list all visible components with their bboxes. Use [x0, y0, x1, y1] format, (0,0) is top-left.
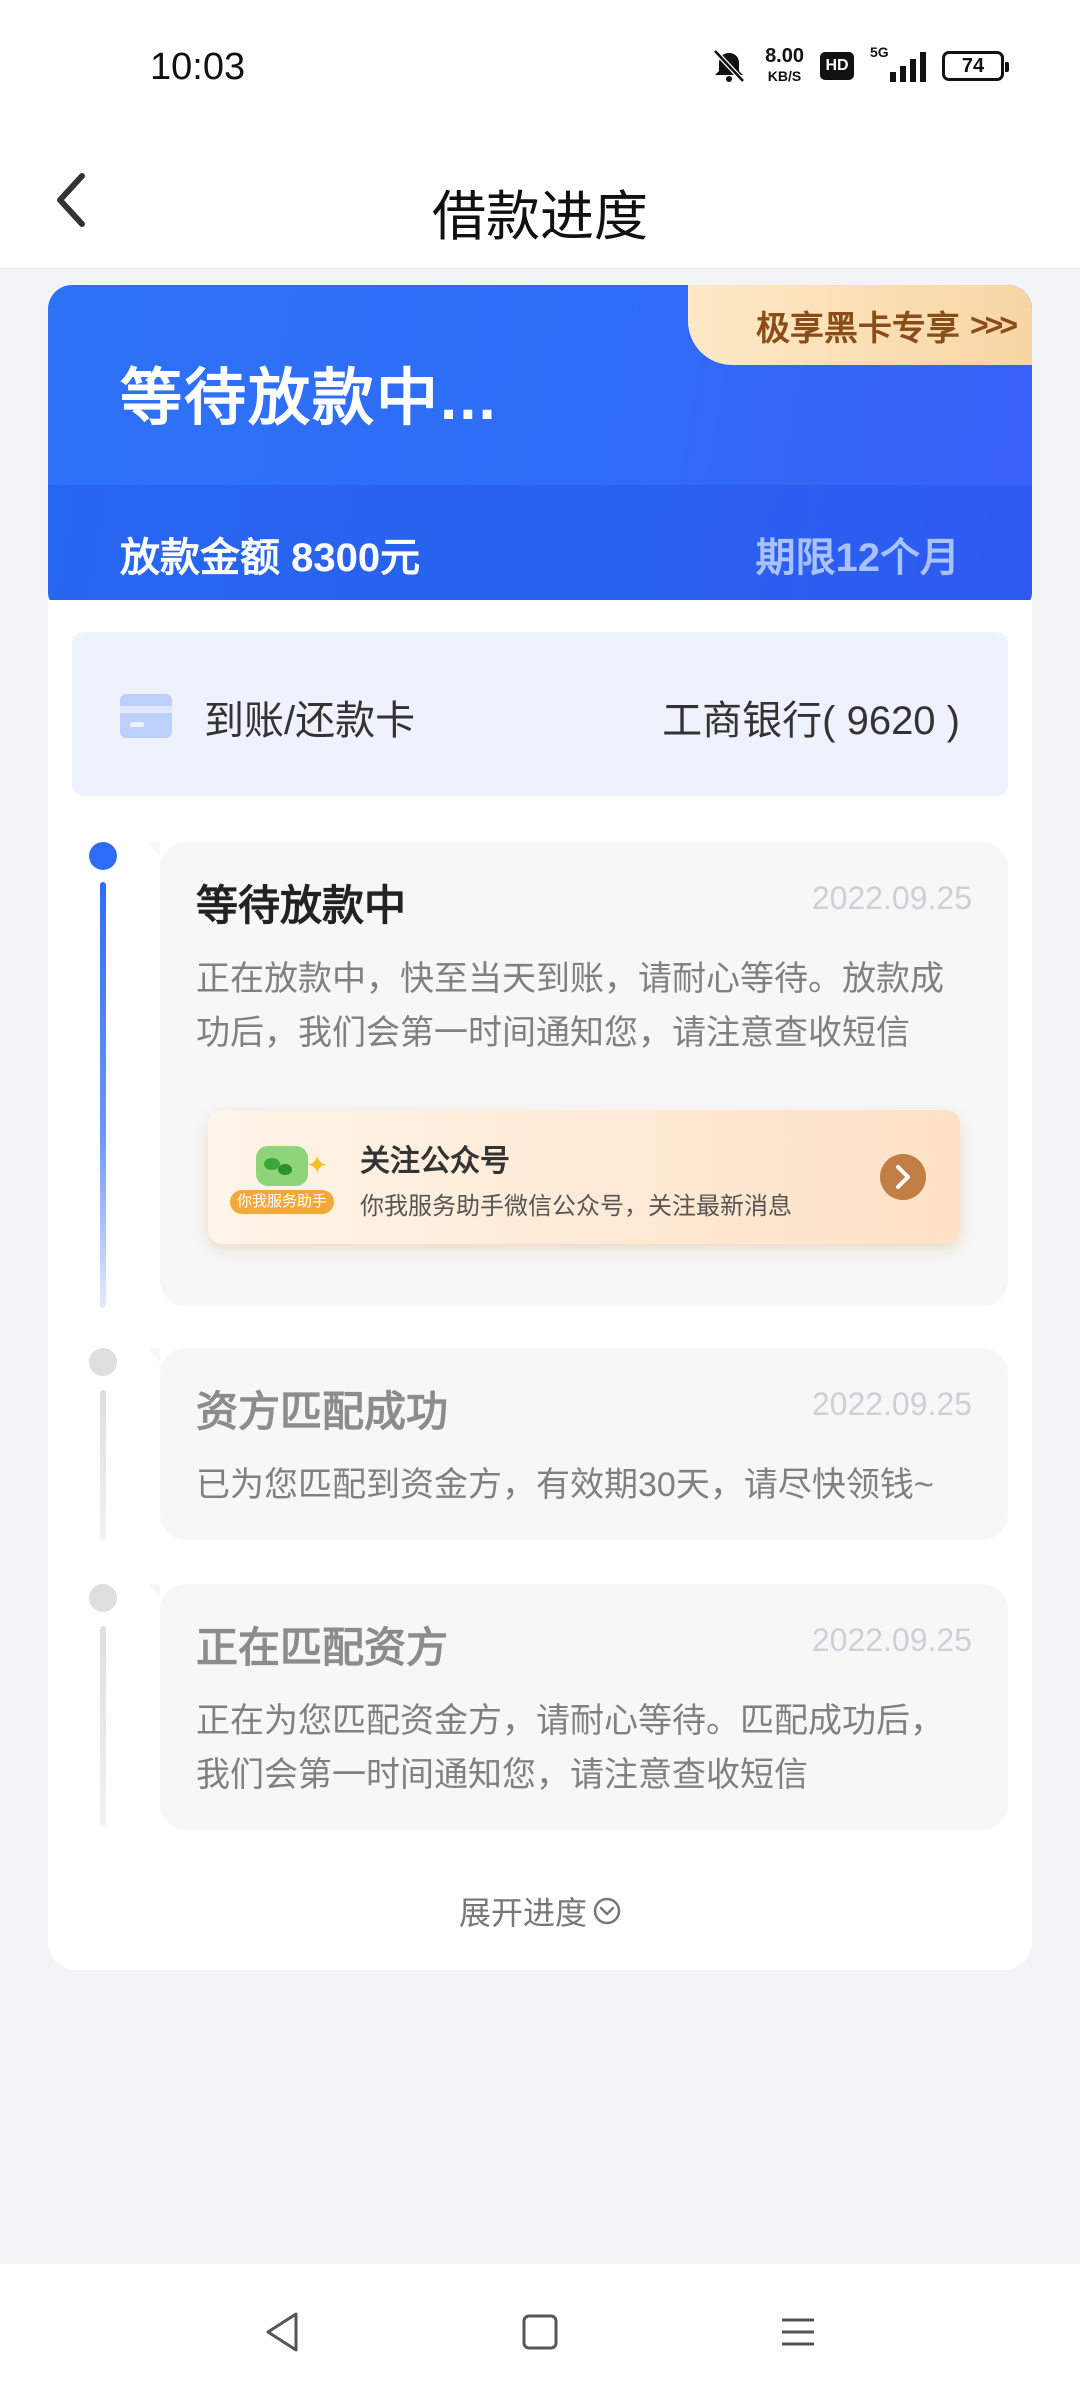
- nav-back-button[interactable]: [254, 2304, 310, 2360]
- step-title: 资方匹配成功: [196, 1388, 449, 1435]
- loan-summary: 放款金额 8300元 期限12个月: [48, 485, 1032, 607]
- status-bar: 10:03 8.00 KB/S HD 5G 74: [0, 0, 1080, 140]
- battery-level: 74: [961, 54, 985, 77]
- wechat-subtitle: 你我服务助手微信公众号，关注最新消息: [360, 1193, 792, 1220]
- chevron-right-icon[interactable]: [880, 1154, 926, 1200]
- progress-step: 等待放款中 2022.09.25 正在放款中，快至当天到账，请耐心等待。放款成功…: [148, 842, 1008, 1306]
- step-notch: [148, 842, 160, 856]
- black-card-badge[interactable]: 极享黑卡专享 >>>: [688, 285, 1032, 365]
- timeline-line-active: [100, 882, 106, 1308]
- page-title: 借款进度: [432, 187, 648, 247]
- battery-icon: 74: [942, 51, 1009, 81]
- progress-step: 资方匹配成功 2022.09.25 已为您匹配到资金方，有效期30天，请尽快领钱…: [148, 1348, 1008, 1540]
- step-date: 2022.09.25: [811, 1386, 972, 1422]
- nav-menu-button[interactable]: [770, 2304, 826, 2360]
- signal-icon: 5G: [870, 44, 926, 82]
- timeline-dot-active: [89, 842, 117, 870]
- loan-amount: 放款金额 8300元: [120, 536, 421, 580]
- system-nav-bar: [0, 2264, 1080, 2400]
- step-notch: [148, 1348, 160, 1362]
- net-speed-unit: KB/S: [767, 68, 802, 84]
- net-speed: 8.00 KB/S: [765, 46, 804, 86]
- timeline-line: [100, 1390, 106, 1540]
- step-date: 2022.09.25: [811, 1622, 972, 1658]
- timeline-dot: [89, 1348, 117, 1376]
- timeline-line: [100, 1626, 106, 1826]
- progress-step: 正在匹配资方 2022.09.25 正在为您匹配资金方，请耐心等待。匹配成功后，…: [148, 1584, 1008, 1830]
- expand-progress-label: 展开进度: [458, 1895, 587, 1931]
- step-title: 等待放款中: [196, 882, 407, 929]
- wechat-logo-tag: 你我服务助手: [230, 1190, 334, 1214]
- net-speed-value: 8.00: [765, 45, 804, 67]
- expand-progress-button[interactable]: 展开进度: [48, 1888, 1032, 1934]
- step-title: 正在匹配资方: [196, 1624, 449, 1671]
- triangle-back-icon: [266, 2312, 298, 2352]
- black-card-label: 极享黑卡专享: [755, 309, 960, 348]
- network-type: 5G: [870, 44, 889, 60]
- wechat-follow-banner[interactable]: ✦ 你我服务助手 关注公众号 你我服务助手微信公众号，关注最新消息: [208, 1110, 960, 1244]
- step-notch: [148, 1584, 160, 1598]
- hd-badge: HD: [820, 52, 854, 80]
- step-date: 2022.09.25: [811, 880, 972, 916]
- bank-card-value: 工商银行( 9620 ): [662, 699, 960, 743]
- bank-card-icon: [120, 694, 172, 738]
- bank-card-row[interactable]: 到账/还款卡 工商银行( 9620 ): [72, 632, 1008, 796]
- nav-bar: 借款进度: [0, 140, 1080, 269]
- step-description: 正在放款中，快至当天到账，请耐心等待。放款成功后，我们会第一时间通知您，请注意查…: [196, 960, 944, 1052]
- step-description: 已为您匹配到资金方，有效期30天，请尽快领钱~: [196, 1466, 934, 1504]
- wechat-assistant-logo: ✦ 你我服务助手: [230, 1140, 334, 1218]
- status-icons: 8.00 KB/S HD 5G 74: [709, 44, 1009, 86]
- loan-status-card: 等待放款中... 极享黑卡专享 >>> 放款金额 8300元 期限12个月: [48, 285, 1032, 607]
- bank-card-label: 到账/还款卡: [204, 699, 416, 743]
- mute-bell-icon: [713, 49, 745, 83]
- step-description: 正在为您匹配资金方，请耐心等待。匹配成功后，我们会第一时间通知您，请注意查收短信: [196, 1702, 944, 1794]
- menu-icon: [782, 2318, 814, 2346]
- square-home-icon: [522, 2314, 558, 2350]
- nav-home-button[interactable]: [512, 2304, 568, 2360]
- timeline-dot: [89, 1584, 117, 1612]
- chevron-down-circle-icon: [593, 1897, 621, 1925]
- arrows-icon: >>>: [969, 306, 1018, 343]
- wechat-title: 关注公众号: [360, 1145, 510, 1178]
- loan-term: 期限12个月: [755, 536, 961, 580]
- loan-status-title: 等待放款中...: [120, 364, 498, 433]
- progress-panel: 到账/还款卡 工商银行( 9620 ) 等待放款中 2022.09.25 正在放…: [48, 600, 1032, 1970]
- status-time: 10:03: [150, 46, 246, 88]
